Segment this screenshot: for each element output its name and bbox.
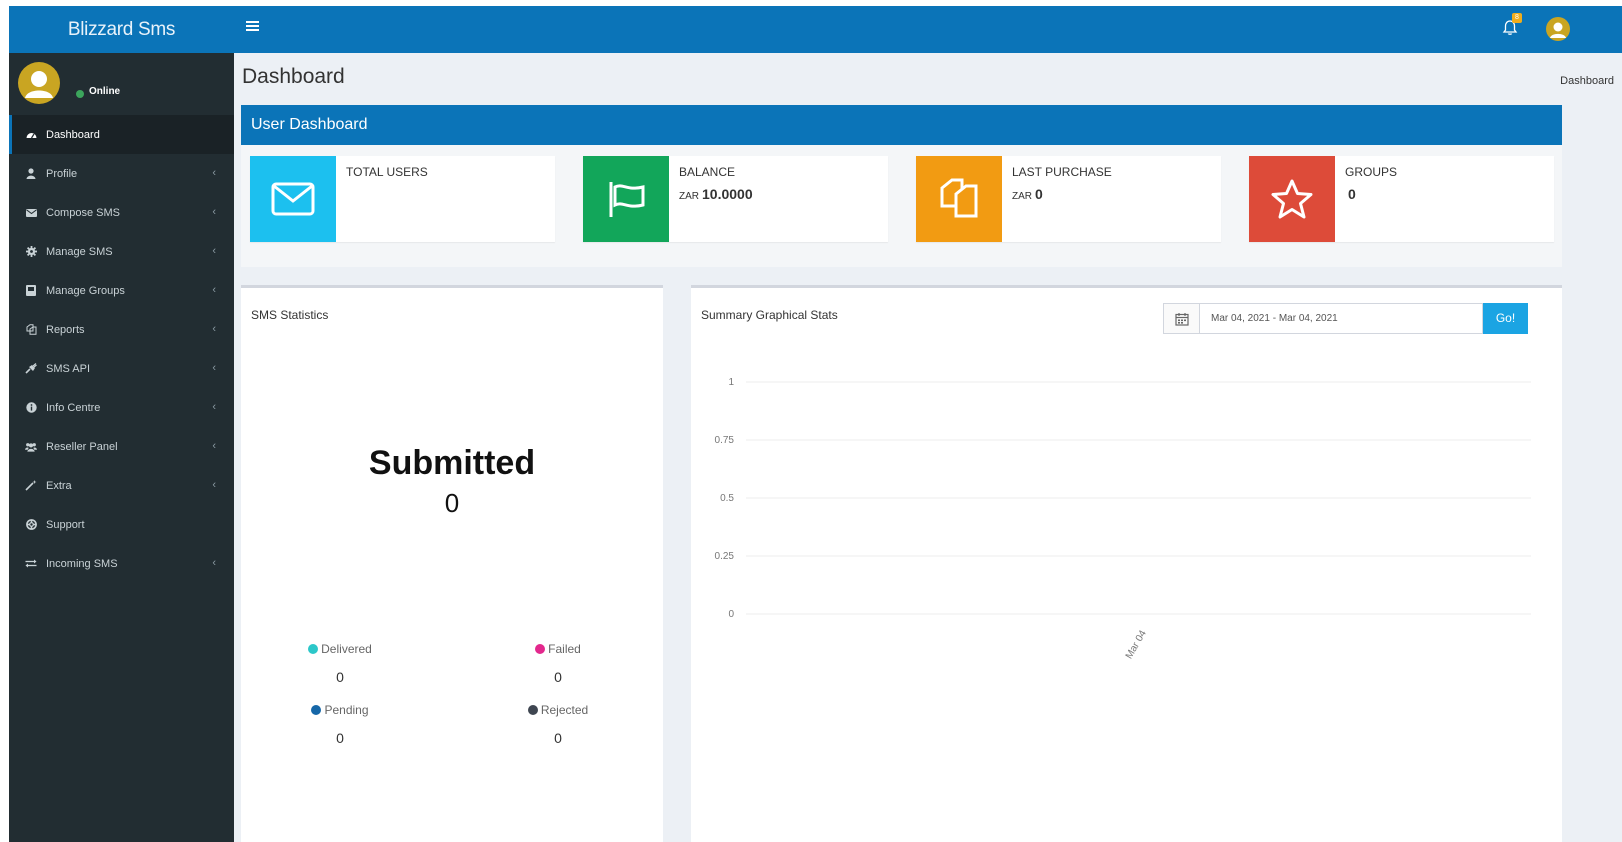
- sidebar-item-manage-sms[interactable]: Manage SMS ‹: [9, 232, 234, 271]
- online-status-label: Online: [89, 86, 121, 97]
- hamburger-menu-icon[interactable]: [246, 21, 259, 32]
- plug-icon: [25, 363, 37, 375]
- sidebar-item-profile[interactable]: Profile ‹: [9, 154, 234, 193]
- info-box-label: BALANCE: [679, 165, 736, 179]
- online-status-icon: [76, 90, 84, 98]
- chevron-left-icon: ‹: [212, 167, 216, 179]
- envelope-icon: [25, 207, 37, 219]
- info-box-groups: GROUPS 0: [1249, 156, 1554, 242]
- flag-icon: [583, 156, 669, 242]
- exchange-icon: [25, 558, 37, 570]
- y-tick-label: 1: [728, 377, 734, 388]
- magic-wand-icon: [25, 480, 37, 492]
- user-icon: [25, 168, 37, 180]
- info-box-label: GROUPS: [1345, 165, 1398, 179]
- sidebar-item-manage-groups[interactable]: Manage Groups ‹: [9, 271, 234, 310]
- pending-dot-icon: [311, 705, 322, 715]
- chevron-left-icon: ‹: [212, 245, 216, 257]
- user-avatar-top[interactable]: [1546, 17, 1570, 41]
- chevron-left-icon: ‹: [212, 206, 216, 218]
- dashboard-icon: [25, 129, 37, 141]
- notification-badge: 8: [1512, 13, 1522, 23]
- sidebar-item-label: Dashboard: [46, 128, 100, 141]
- panel-title: SMS Statistics: [251, 308, 329, 322]
- page-title: Dashboard: [242, 65, 345, 88]
- summary-chart: 1 0.75 0.5 0.25 0 Mar 04: [715, 377, 1531, 661]
- chevron-left-icon: ‹: [212, 557, 216, 569]
- y-tick-label: 0.5: [720, 493, 734, 504]
- star-icon: [1249, 156, 1335, 242]
- info-box-last-purchase: LAST PURCHASE ZAR 0: [916, 156, 1221, 242]
- summary-stats-panel: Summary Graphical Stats Mar 04, 2021 - M…: [691, 285, 1562, 842]
- delivered-dot-icon: [308, 644, 319, 654]
- chevron-left-icon: ‹: [212, 284, 216, 296]
- brand-logo[interactable]: Blizzard Sms: [9, 6, 234, 53]
- sidebar-item-label: Compose SMS: [46, 206, 120, 219]
- y-tick-label: 0.75: [715, 435, 735, 446]
- info-box-value: ZAR 0: [1012, 186, 1043, 202]
- sidebar-menu: Dashboard Profile ‹ Compose SMS ‹ Manage SMS ‹…: [9, 115, 234, 583]
- stat-pending: Pending 0: [280, 703, 400, 746]
- sidebar-item-label: Profile: [46, 167, 78, 180]
- sidebar-item-label: Reseller Panel: [46, 440, 118, 453]
- info-icon: [25, 402, 37, 414]
- chevron-left-icon: ‹: [212, 440, 216, 452]
- info-box-value: [346, 186, 349, 202]
- copy-icon: [916, 156, 1002, 242]
- section-header: User Dashboard: [241, 105, 1562, 145]
- sidebar-item-label: Reports: [46, 323, 85, 336]
- gear-icon: [25, 246, 37, 258]
- sidebar-item-incoming-sms[interactable]: Incoming SMS ‹: [9, 544, 234, 583]
- users-icon: [25, 441, 37, 453]
- sidebar-item-compose-sms[interactable]: Compose SMS ‹: [9, 193, 234, 232]
- sidebar-item-reports[interactable]: Reports ‹: [9, 310, 234, 349]
- sms-statistics-panel: SMS Statistics Submitted 0 Delivered 0 F…: [241, 285, 663, 842]
- submitted-value: 0: [444, 488, 460, 518]
- chevron-left-icon: ‹: [212, 401, 216, 413]
- failed-dot-icon: [535, 644, 546, 654]
- breadcrumb[interactable]: Dashboard: [1560, 75, 1614, 87]
- sidebar-item-label: Manage Groups: [46, 284, 125, 297]
- sidebar-item-label: Manage SMS: [46, 245, 113, 258]
- groups-icon: [25, 285, 37, 297]
- chevron-left-icon: ‹: [212, 479, 216, 491]
- reports-icon: [25, 324, 37, 336]
- sidebar-item-sms-api[interactable]: SMS API ‹: [9, 349, 234, 388]
- stat-delivered: Delivered 0: [280, 642, 400, 685]
- info-box-label: TOTAL USERS: [346, 165, 428, 179]
- sidebar-item-reseller-panel[interactable]: Reseller Panel ‹: [9, 427, 234, 466]
- chevron-left-icon: ‹: [212, 362, 216, 374]
- info-box-value: ZAR 10.0000: [679, 186, 753, 202]
- x-tick-label: Mar 04: [1124, 628, 1149, 661]
- info-box-balance: BALANCE ZAR 10.0000: [583, 156, 888, 242]
- info-box-total-users: TOTAL USERS: [250, 156, 555, 242]
- sidebar-item-label: Extra: [46, 479, 72, 492]
- sidebar: Online Dashboard Profile ‹ Compose SMS ‹ Mana…: [9, 53, 234, 842]
- app-frame: Blizzard Sms 8 Online Dashboard Profile …: [9, 6, 1622, 842]
- stat-failed: Failed 0: [498, 642, 618, 685]
- y-tick-label: 0: [728, 609, 734, 620]
- sidebar-item-support[interactable]: Support: [9, 505, 234, 544]
- stat-rejected: Rejected 0: [498, 703, 618, 746]
- sidebar-item-dashboard[interactable]: Dashboard: [9, 115, 234, 154]
- info-box-label: LAST PURCHASE: [1012, 165, 1112, 179]
- envelope-icon: [250, 156, 336, 242]
- top-navbar: Blizzard Sms 8: [9, 6, 1622, 53]
- chevron-left-icon: ‹: [212, 323, 216, 335]
- sidebar-item-label: Info Centre: [46, 401, 101, 414]
- sidebar-item-info-centre[interactable]: Info Centre ‹: [9, 388, 234, 427]
- submitted-label: Submitted: [368, 444, 536, 482]
- sidebar-item-label: Support: [46, 518, 85, 531]
- sidebar-item-extra[interactable]: Extra ‹: [9, 466, 234, 505]
- sidebar-item-label: Incoming SMS: [46, 557, 118, 570]
- lifebuoy-icon: [25, 519, 37, 531]
- y-tick-label: 0.25: [715, 551, 735, 562]
- sidebar-item-label: SMS API: [46, 362, 91, 375]
- info-box-value: 0: [1348, 186, 1356, 202]
- avatar[interactable]: [18, 62, 60, 104]
- user-panel: Online: [9, 53, 234, 115]
- info-boxes-row: TOTAL USERS BALANCE ZAR 10.0000 LAST PURC…: [241, 145, 1562, 267]
- rejected-dot-icon: [527, 705, 538, 715]
